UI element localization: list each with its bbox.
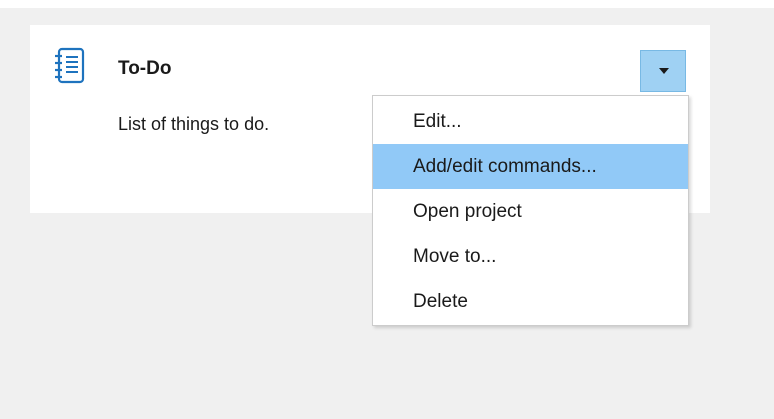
card-description: List of things to do.: [118, 114, 270, 134]
menu-item-delete[interactable]: Delete: [373, 279, 688, 324]
card-title: To-Do: [118, 58, 172, 79]
menu-item-open-project[interactable]: Open project: [373, 189, 688, 234]
chevron-down-icon: [659, 68, 669, 74]
menu-item-add-edit-commands[interactable]: Add/edit commands...: [373, 144, 688, 189]
menu-item-edit[interactable]: Edit...: [373, 99, 688, 144]
card-menu-button[interactable]: [640, 50, 686, 92]
context-menu: Edit... Add/edit commands... Open projec…: [372, 95, 689, 326]
notebook-icon: [52, 47, 86, 85]
menu-item-move-to[interactable]: Move to...: [373, 234, 688, 279]
